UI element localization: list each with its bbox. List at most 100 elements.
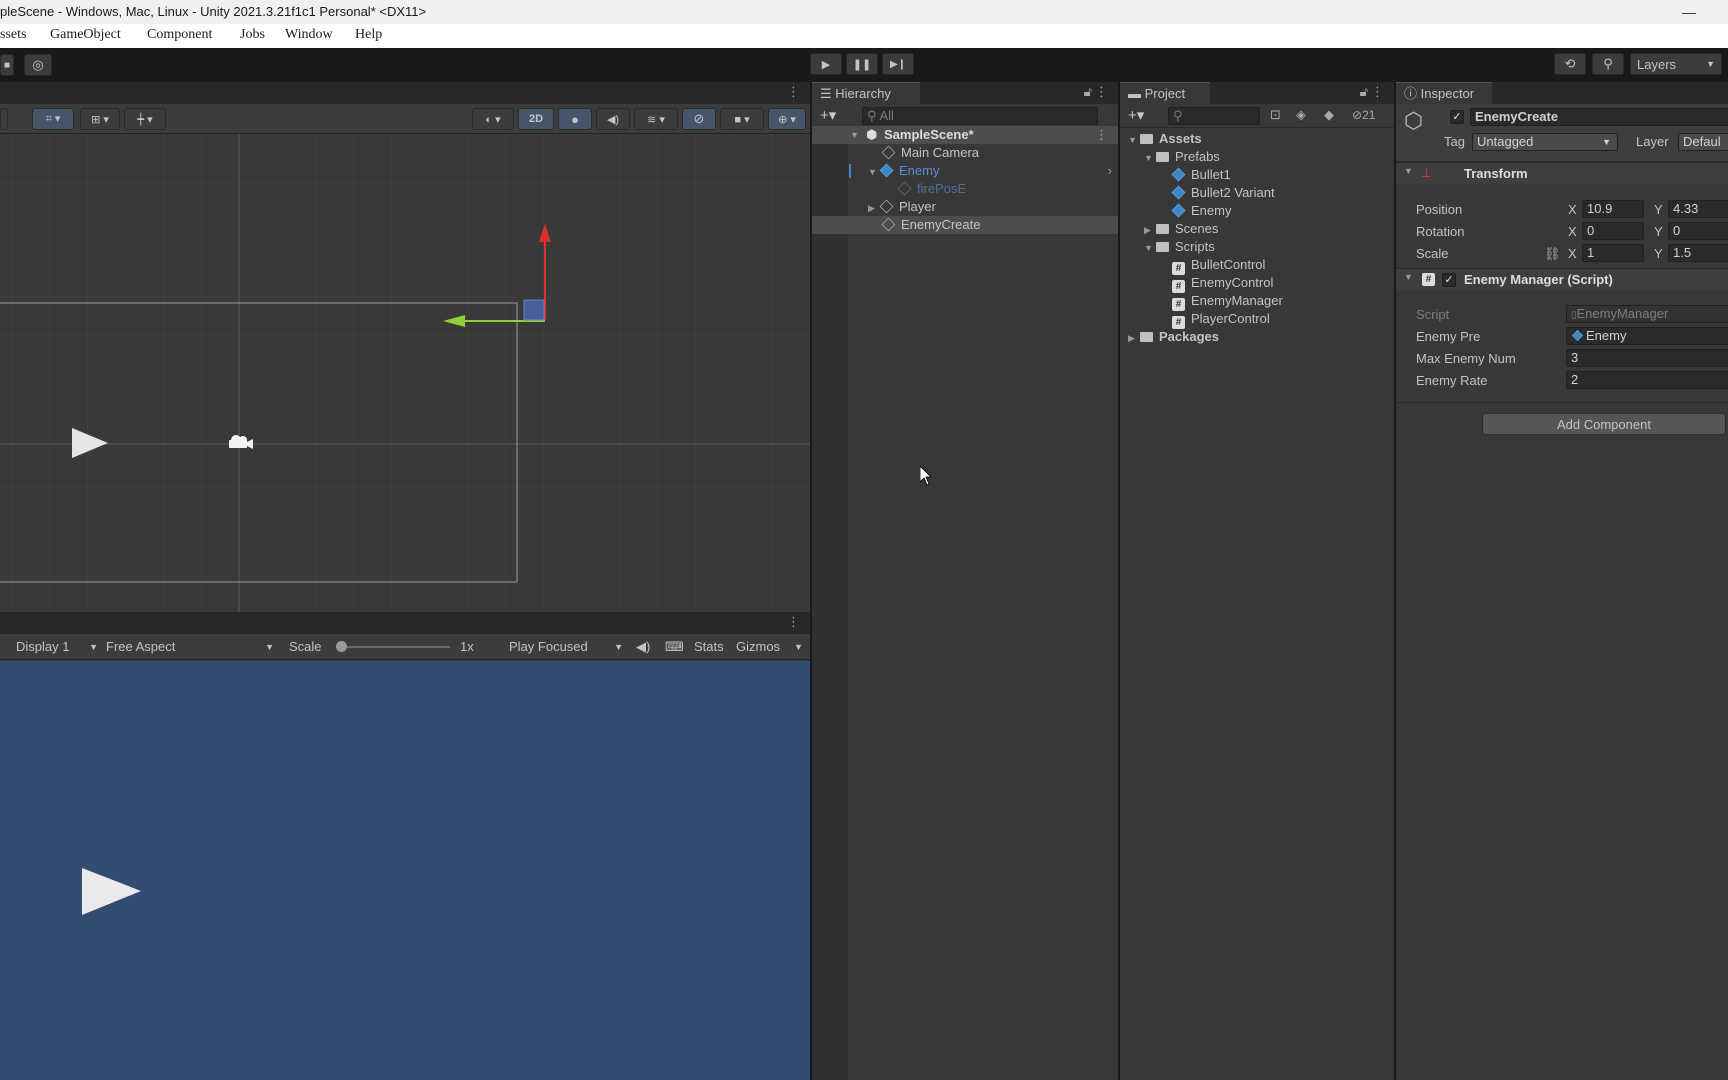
- menu-gameobject[interactable]: GameObject: [50, 27, 121, 43]
- expand-arrow-icon[interactable]: ▶: [868, 199, 880, 217]
- collapse-arrow-icon[interactable]: ▼: [1404, 272, 1413, 282]
- rotation-y-input[interactable]: 0: [1668, 222, 1728, 240]
- hierarchy-item-main-camera[interactable]: Main Camera: [881, 144, 979, 162]
- menu-help[interactable]: Help: [355, 27, 382, 43]
- history-button[interactable]: ⟲: [1554, 53, 1586, 75]
- account-button[interactable]: ■: [0, 54, 14, 76]
- enemy-pre-field[interactable]: Enemy: [1566, 327, 1728, 345]
- project-item-assets[interactable]: ▼ Assets: [1128, 130, 1202, 148]
- project-item-playercontrol[interactable]: # PlayerControl: [1172, 310, 1270, 329]
- splitter[interactable]: [810, 82, 812, 1080]
- keyboard-icon[interactable]: ⌨: [665, 638, 684, 656]
- scale-slider[interactable]: [336, 641, 450, 652]
- project-item-scripts[interactable]: ▼ Scripts: [1144, 238, 1215, 256]
- project-item-bullet2-variant[interactable]: Bullet2 Variant: [1171, 184, 1275, 202]
- hierarchy-item-enemy[interactable]: ▼ Enemy ›: [868, 162, 1118, 180]
- more-icon[interactable]: ⋮: [787, 614, 800, 630]
- object-name-input[interactable]: EnemyCreate: [1470, 108, 1728, 126]
- audio-toggle[interactable]: ◀): [596, 108, 630, 130]
- chevron-right-icon[interactable]: ›: [1108, 162, 1112, 180]
- grid-toggle[interactable]: ⊞ ▾: [80, 108, 120, 130]
- transform-header[interactable]: ▼ ⟂ Transform: [1396, 162, 1728, 184]
- expand-arrow-icon[interactable]: ▼: [1144, 149, 1156, 167]
- max-enemy-num-input[interactable]: 3: [1566, 349, 1728, 367]
- tab-inspector[interactable]: ⓘ Inspector: [1396, 82, 1492, 104]
- more-icon[interactable]: ⋮: [1095, 126, 1108, 144]
- menu-component[interactable]: Component: [147, 27, 212, 43]
- tag-dropdown[interactable]: Untagged ▼: [1472, 133, 1618, 151]
- scale-x-input[interactable]: 1: [1582, 244, 1644, 262]
- project-item-scenes[interactable]: ▶ Scenes: [1144, 220, 1218, 238]
- expand-arrow-icon[interactable]: ▶: [1128, 329, 1140, 347]
- enemy-rate-input[interactable]: 2: [1566, 371, 1728, 389]
- pause-button[interactable]: ❚❚: [846, 53, 878, 75]
- search-scope-icon[interactable]: ⊡: [1270, 107, 1281, 123]
- expand-arrow-icon[interactable]: ▼: [868, 163, 880, 181]
- expand-arrow-icon[interactable]: ▼: [850, 126, 862, 144]
- stats-button[interactable]: Stats: [694, 638, 724, 656]
- add-icon[interactable]: +▾: [1128, 106, 1144, 124]
- draw-mode-dropdown[interactable]: [0, 108, 8, 130]
- collab-button[interactable]: ◎: [24, 54, 52, 76]
- mute-audio-icon[interactable]: ◀): [636, 638, 650, 656]
- play-button[interactable]: ▶: [810, 53, 842, 75]
- increment-snap-toggle[interactable]: ┿ ▾: [124, 108, 166, 130]
- project-item-prefabs[interactable]: ▼ Prefabs: [1144, 148, 1220, 166]
- minimize-button[interactable]: —: [1682, 0, 1696, 24]
- enemy-manager-header[interactable]: ▼ # ✓ Enemy Manager (Script): [1396, 268, 1728, 290]
- lighting-toggle[interactable]: ●: [558, 108, 592, 130]
- play-mode-dropdown[interactable]: Play Focused ▼: [509, 638, 625, 656]
- project-item-packages[interactable]: ▶ Packages: [1128, 328, 1219, 346]
- lock-icon[interactable]: 🔓︎: [1360, 84, 1368, 100]
- expand-arrow-icon[interactable]: ▼: [1144, 239, 1156, 257]
- menu-window[interactable]: Window: [285, 27, 333, 43]
- position-y-input[interactable]: 4.33: [1668, 200, 1728, 218]
- tab-project[interactable]: ▬ Project: [1120, 82, 1210, 104]
- more-icon[interactable]: ⋮: [787, 84, 800, 100]
- hierarchy-item-firepose[interactable]: firePosE: [897, 180, 966, 198]
- shading-mode-dropdown[interactable]: ◐ ▾: [472, 108, 514, 130]
- gizmos-button[interactable]: Gizmos: [736, 638, 780, 656]
- add-component-button[interactable]: Add Component: [1482, 413, 1726, 435]
- scale-y-input[interactable]: 1.5: [1668, 244, 1728, 262]
- project-item-enemy[interactable]: Enemy: [1171, 202, 1231, 220]
- visibility-toggle[interactable]: ⊘: [682, 108, 716, 130]
- layer-dropdown[interactable]: Defaul: [1678, 133, 1728, 151]
- display-dropdown[interactable]: Display 1 ▼: [16, 638, 100, 656]
- scene-canvas[interactable]: [0, 134, 810, 612]
- collapse-arrow-icon[interactable]: ▼: [1404, 166, 1413, 176]
- layers-dropdown[interactable]: Layers ▼: [1630, 53, 1722, 75]
- constrain-proportions-icon[interactable]: ⛓: [1544, 246, 1561, 262]
- component-enabled-checkbox[interactable]: ✓: [1442, 273, 1456, 287]
- expand-arrow-icon[interactable]: ▼: [1128, 131, 1140, 149]
- add-icon[interactable]: +▾: [820, 106, 836, 124]
- position-x-input[interactable]: 10.9: [1582, 200, 1644, 218]
- gizmos-dropdown[interactable]: ⊕ ▾: [768, 108, 806, 130]
- chevron-down-icon[interactable]: ▼: [794, 638, 803, 656]
- hierarchy-search-input[interactable]: ⚲ All: [862, 107, 1098, 125]
- more-icon[interactable]: ⋮: [1371, 84, 1384, 100]
- move-gizmo-center[interactable]: [523, 299, 545, 321]
- lock-icon[interactable]: 🔓︎: [1084, 84, 1092, 100]
- scale-slider-handle[interactable]: [336, 641, 347, 652]
- active-checkbox[interactable]: ✓: [1450, 110, 1464, 124]
- hierarchy-item-enemycreate[interactable]: EnemyCreate: [812, 216, 1118, 234]
- project-item-enemycontrol[interactable]: # EnemyControl: [1172, 274, 1273, 293]
- effects-dropdown[interactable]: ≋ ▾: [634, 108, 678, 130]
- toggle-2d-button[interactable]: 2D: [518, 108, 554, 130]
- camera-dropdown[interactable]: ■ ▾: [720, 108, 764, 130]
- more-icon[interactable]: ⋮: [1095, 84, 1108, 100]
- hierarchy-item-player[interactable]: ▶ Player: [868, 198, 936, 216]
- step-button[interactable]: ▶❙: [882, 53, 914, 75]
- grid-snap-toggle[interactable]: ⌗ ▾: [32, 108, 74, 130]
- aspect-dropdown[interactable]: Free Aspect ▼: [106, 638, 276, 656]
- search-button[interactable]: ⚲: [1592, 53, 1624, 75]
- filter-type-icon[interactable]: ◈: [1296, 107, 1306, 123]
- project-item-bullet1[interactable]: Bullet1: [1171, 166, 1231, 184]
- filter-label-icon[interactable]: ◆: [1324, 107, 1334, 123]
- project-search-input[interactable]: ⚲: [1168, 107, 1260, 125]
- project-item-bulletcontrol[interactable]: # BulletControl: [1172, 256, 1265, 275]
- project-item-enemymanager[interactable]: # EnemyManager: [1172, 292, 1283, 311]
- menu-jobs[interactable]: Jobs: [240, 27, 265, 43]
- splitter[interactable]: [1118, 82, 1120, 1080]
